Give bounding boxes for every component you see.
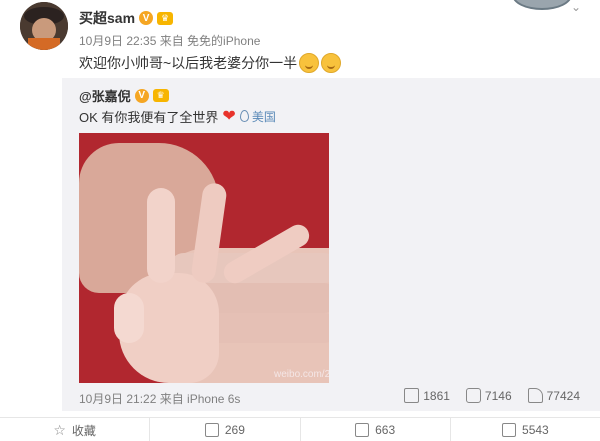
repost-comment-button[interactable]: 7146 xyxy=(465,388,512,403)
verified-icon: V xyxy=(139,11,154,25)
forward-icon xyxy=(204,423,219,437)
post-author: 买超sam V ♛ xyxy=(79,8,174,28)
repost-meta: 10月9日 21:22 来自 iPhone 6s xyxy=(79,392,241,406)
repost-content: OK 有你我便有了全世界 ❤ 美国 xyxy=(79,106,276,126)
star-icon: ☆ xyxy=(53,422,66,438)
comment-button[interactable]: 663 xyxy=(299,418,450,441)
repost-author: @张嘉倪 V ♛ xyxy=(79,86,169,105)
post-text: 欢迎你小帅哥~以后我老婆分你一半 xyxy=(79,55,298,71)
pray-emoji-icon xyxy=(321,53,342,73)
forward-count: 269 xyxy=(224,423,245,437)
author-name[interactable]: 买超sam xyxy=(79,8,135,28)
image-watermark: weibo.com/2 xyxy=(274,369,329,380)
comment-icon xyxy=(355,423,370,437)
member-crown-icon: ♛ xyxy=(152,89,169,102)
profile-avatar-partial xyxy=(512,0,572,10)
repost-comment-count: 7146 xyxy=(484,388,512,403)
comment-count: 663 xyxy=(375,423,396,437)
post-content: 欢迎你小帅哥~以后我老婆分你一半 xyxy=(79,53,342,73)
verified-icon: V xyxy=(134,88,149,103)
baby-finger xyxy=(147,188,175,283)
chevron-down-icon[interactable]: ⌄ xyxy=(569,0,583,14)
like-button[interactable]: 5543 xyxy=(449,418,600,441)
forward-icon xyxy=(404,388,420,403)
author-avatar[interactable] xyxy=(20,2,68,50)
favorite-button[interactable]: ☆ 收藏 xyxy=(0,418,149,441)
repost-text: OK 有你我便有了全世界 xyxy=(79,109,219,125)
location-pin-icon xyxy=(239,110,249,122)
location-link[interactable]: 美国 xyxy=(239,108,276,125)
thumbs-up-icon xyxy=(502,423,517,437)
favorite-label: 收藏 xyxy=(71,423,96,438)
repost-photo[interactable]: weibo.com/2 xyxy=(79,133,329,383)
reposted-card: @张嘉倪 V ♛ OK 有你我便有了全世界 ❤ 美国 weibo.com/2 1… xyxy=(62,78,600,411)
action-bar: ☆ 收藏 269 663 5543 xyxy=(0,417,600,441)
comment-icon xyxy=(465,388,481,403)
heart-emoji-icon: ❤ xyxy=(222,108,236,125)
repost-forward-count: 1861 xyxy=(423,388,450,403)
location-label: 美国 xyxy=(251,109,276,124)
member-crown-icon: ♛ xyxy=(157,11,174,25)
repost-forward-button[interactable]: 1861 xyxy=(404,388,450,403)
post-meta: 10月9日 22:35 来自 免免的iPhone xyxy=(79,34,261,48)
pray-emoji-icon xyxy=(299,53,320,73)
thumbs-up-icon xyxy=(527,388,543,403)
repost-actions: 1861 7146 77424 xyxy=(404,388,580,403)
forward-button[interactable]: 269 xyxy=(149,418,299,441)
repost-like-count: 77424 xyxy=(546,388,580,403)
like-count: 5543 xyxy=(522,423,549,437)
repost-like-button[interactable]: 77424 xyxy=(527,388,580,403)
repost-author-name[interactable]: @张嘉倪 xyxy=(79,86,131,105)
baby-thumb xyxy=(114,293,144,343)
